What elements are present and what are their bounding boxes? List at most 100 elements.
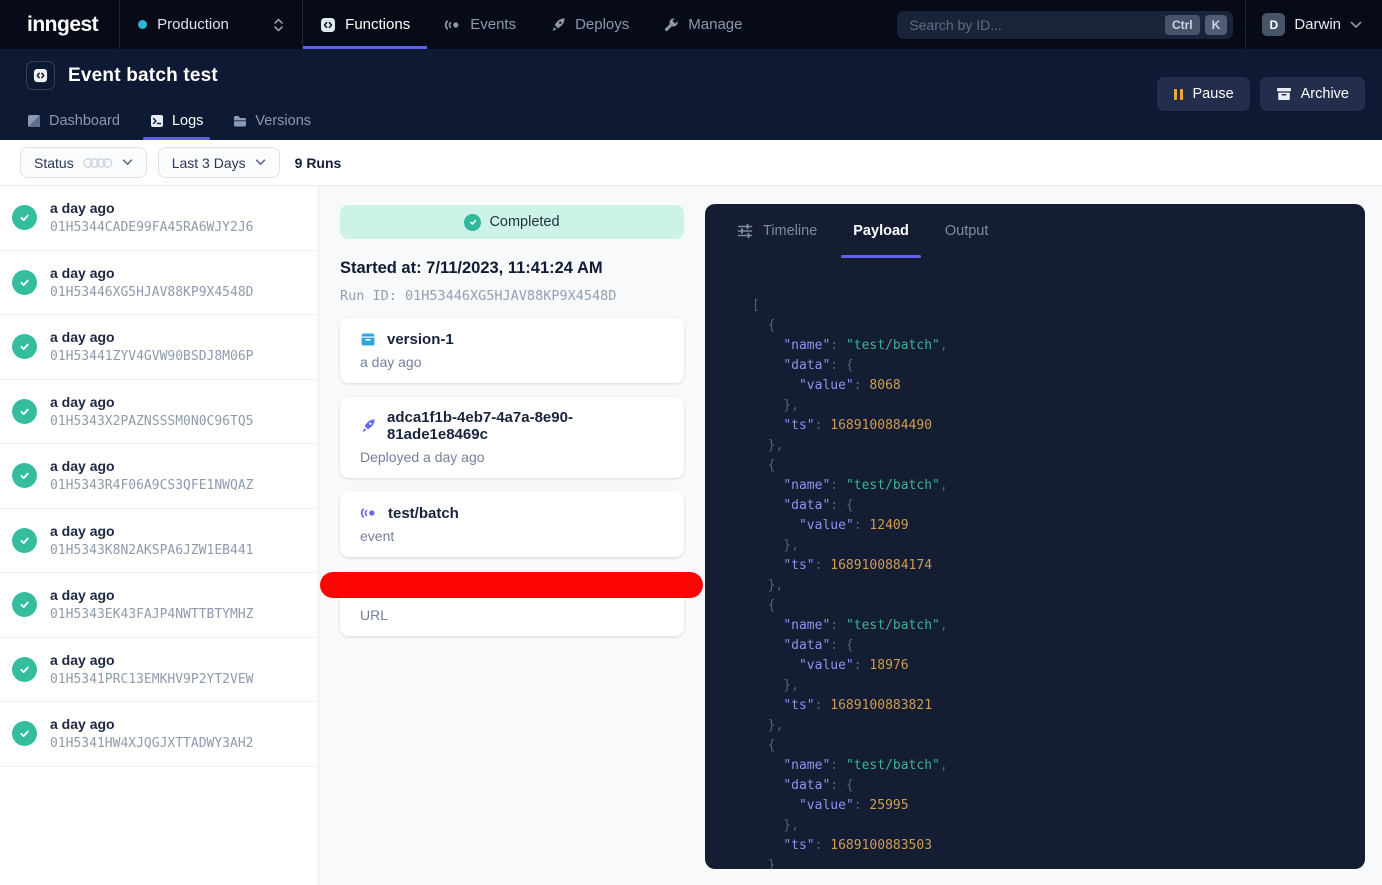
completed-check-icon	[12, 657, 37, 682]
run-list-item[interactable]: a day ago 01H5343EK43FAJP4NWTTBTYMHZ	[0, 573, 318, 638]
content-area: a day ago 01H5344CADE99FA45RA6WJY2J6 a d…	[0, 186, 1382, 885]
tab-payload[interactable]: Payload	[853, 204, 909, 258]
event-type: event	[360, 528, 664, 544]
run-id: 01H5344CADE99FA45RA6WJY2J6	[50, 220, 254, 235]
deploy-id: adca1f1b-4eb7-4a7a-8e90-81ade1e8469c	[387, 409, 664, 443]
run-list-item[interactable]: a day ago 01H5343R4F06A9CS3QFE1NWQAZ	[0, 444, 318, 509]
nav-tab-events[interactable]: Events	[427, 0, 533, 49]
function-icon	[26, 61, 55, 90]
run-id: 01H5343X2PAZNSSSM0N0C96TQ5	[50, 414, 254, 429]
completed-check-icon	[12, 399, 37, 424]
status-filter-dropdown[interactable]: Status	[20, 147, 147, 178]
run-id: 01H5341HW4XJQGJXTTADWY3AH2	[50, 736, 254, 751]
run-output-panel: Timeline Payload Output [ { "name": "tes…	[705, 204, 1365, 869]
nav-tabs: Functions Events Deploys Manage	[303, 0, 759, 49]
run-list-item[interactable]: a day ago 01H5344CADE99FA45RA6WJY2J6	[0, 186, 318, 251]
ctrl-key-badge: Ctrl	[1165, 15, 1200, 35]
version-name: version-1	[387, 331, 454, 348]
pause-button[interactable]: Pause	[1157, 77, 1250, 111]
search-input[interactable]	[909, 17, 1160, 33]
completed-check-icon	[464, 214, 481, 231]
nav-tab-manage[interactable]: Manage	[646, 0, 759, 49]
status-filter-label: Status	[34, 155, 74, 171]
function-header: Event batch test Dashboard Logs Versions	[0, 49, 1382, 140]
event-card[interactable]: test/batch event	[340, 492, 684, 557]
tab-label: Versions	[255, 113, 311, 129]
run-list-item[interactable]: a day ago 01H53446XG5HJAV88KP9X4548D	[0, 251, 318, 316]
version-time: a day ago	[360, 354, 664, 370]
completed-check-icon	[12, 463, 37, 488]
nav-tab-label: Deploys	[575, 16, 629, 33]
chevron-down-icon	[1350, 21, 1362, 29]
tab-label: Output	[945, 223, 989, 239]
run-list-item[interactable]: a day ago 01H5341PRC13EMKHV9P2YT2VEW	[0, 638, 318, 703]
page-title: Event batch test	[68, 65, 218, 87]
deploy-card[interactable]: adca1f1b-4eb7-4a7a-8e90-81ade1e8469c Dep…	[340, 397, 684, 478]
search-box[interactable]: Ctrl K	[897, 11, 1233, 39]
tab-label: Payload	[853, 223, 909, 239]
run-detail-panel: Completed Started at: 7/11/2023, 11:41:2…	[319, 186, 705, 885]
nav-tab-functions[interactable]: Functions	[303, 0, 427, 49]
run-id: 01H5341PRC13EMKHV9P2YT2VEW	[50, 672, 254, 687]
events-icon	[444, 17, 461, 33]
archive-label: Archive	[1301, 86, 1349, 102]
run-time: a day ago	[50, 200, 254, 216]
archive-icon	[1276, 87, 1292, 101]
tab-label: Timeline	[763, 223, 817, 239]
tab-dashboard[interactable]: Dashboard	[27, 113, 120, 140]
environment-status-dot	[138, 20, 147, 29]
nav-tab-label: Functions	[345, 16, 410, 33]
run-time: a day ago	[50, 716, 254, 732]
box-icon	[360, 332, 376, 347]
chevron-down-icon	[255, 159, 266, 166]
chevron-updown-icon	[273, 17, 284, 33]
completed-check-icon	[12, 721, 37, 746]
rocket-icon	[550, 17, 566, 33]
avatar: D	[1262, 13, 1285, 36]
completed-check-icon	[12, 334, 37, 359]
nav-tab-deploys[interactable]: Deploys	[533, 0, 646, 49]
run-list-item[interactable]: a day ago 01H5341HW4XJQGJXTTADWY3AH2	[0, 702, 318, 767]
runs-count: 9 Runs	[295, 155, 342, 171]
url-label: URL	[360, 607, 664, 623]
run-list-item[interactable]: a day ago 01H53441ZYV4GVW90BSDJ8M06P	[0, 315, 318, 380]
status-badge: Completed	[340, 205, 684, 239]
rocket-icon	[360, 418, 376, 434]
event-name: test/batch	[388, 505, 459, 522]
tab-output[interactable]: Output	[945, 204, 989, 258]
event-icon	[360, 505, 377, 521]
run-time: a day ago	[50, 652, 254, 668]
account-name: Darwin	[1294, 16, 1341, 33]
inngest-logo: inngest	[27, 13, 98, 37]
account-menu[interactable]: D Darwin	[1246, 13, 1382, 36]
tab-timeline[interactable]: Timeline	[737, 204, 817, 258]
tab-logs[interactable]: Logs	[150, 113, 203, 140]
run-time: a day ago	[50, 523, 254, 539]
tab-label: Logs	[172, 113, 203, 129]
payload-code: [ { "name": "test/batch", "data": { "val…	[705, 258, 1365, 869]
completed-check-icon	[12, 205, 37, 230]
function-tabs: Dashboard Logs Versions	[27, 113, 311, 140]
run-id-line: Run ID: 01H53446XG5HJAV88KP9X4548D	[340, 288, 684, 304]
run-list-item[interactable]: a day ago 01H5343K8N2AKSPA6JZW1EB441	[0, 509, 318, 574]
top-navbar: inngest Production Functions Events Depl…	[0, 0, 1382, 49]
archive-button[interactable]: Archive	[1260, 77, 1365, 111]
environment-selector[interactable]: Production	[120, 0, 302, 49]
date-range-dropdown[interactable]: Last 3 Days	[158, 147, 280, 178]
versions-icon	[233, 114, 247, 128]
version-card[interactable]: version-1 a day ago	[340, 318, 684, 383]
run-id: 01H5343R4F06A9CS3QFE1NWQAZ	[50, 478, 254, 493]
run-time: a day ago	[50, 587, 254, 603]
run-id: 01H5343K8N2AKSPA6JZW1EB441	[50, 543, 254, 558]
run-time: a day ago	[50, 394, 254, 410]
deploy-time: Deployed a day ago	[360, 449, 664, 465]
started-at: Started at: 7/11/2023, 11:41:24 AM	[340, 259, 684, 278]
tab-versions[interactable]: Versions	[233, 113, 311, 140]
run-id: 01H5343EK43FAJP4NWTTBTYMHZ	[50, 607, 254, 622]
nav-tab-label: Events	[470, 16, 516, 33]
runs-list: a day ago 01H5344CADE99FA45RA6WJY2J6 a d…	[0, 186, 319, 885]
run-list-item[interactable]: a day ago 01H5343X2PAZNSSSM0N0C96TQ5	[0, 380, 318, 445]
filter-bar: Status Last 3 Days 9 Runs	[0, 140, 1382, 186]
chevron-down-icon	[122, 159, 133, 166]
k-key-badge: K	[1205, 15, 1228, 35]
